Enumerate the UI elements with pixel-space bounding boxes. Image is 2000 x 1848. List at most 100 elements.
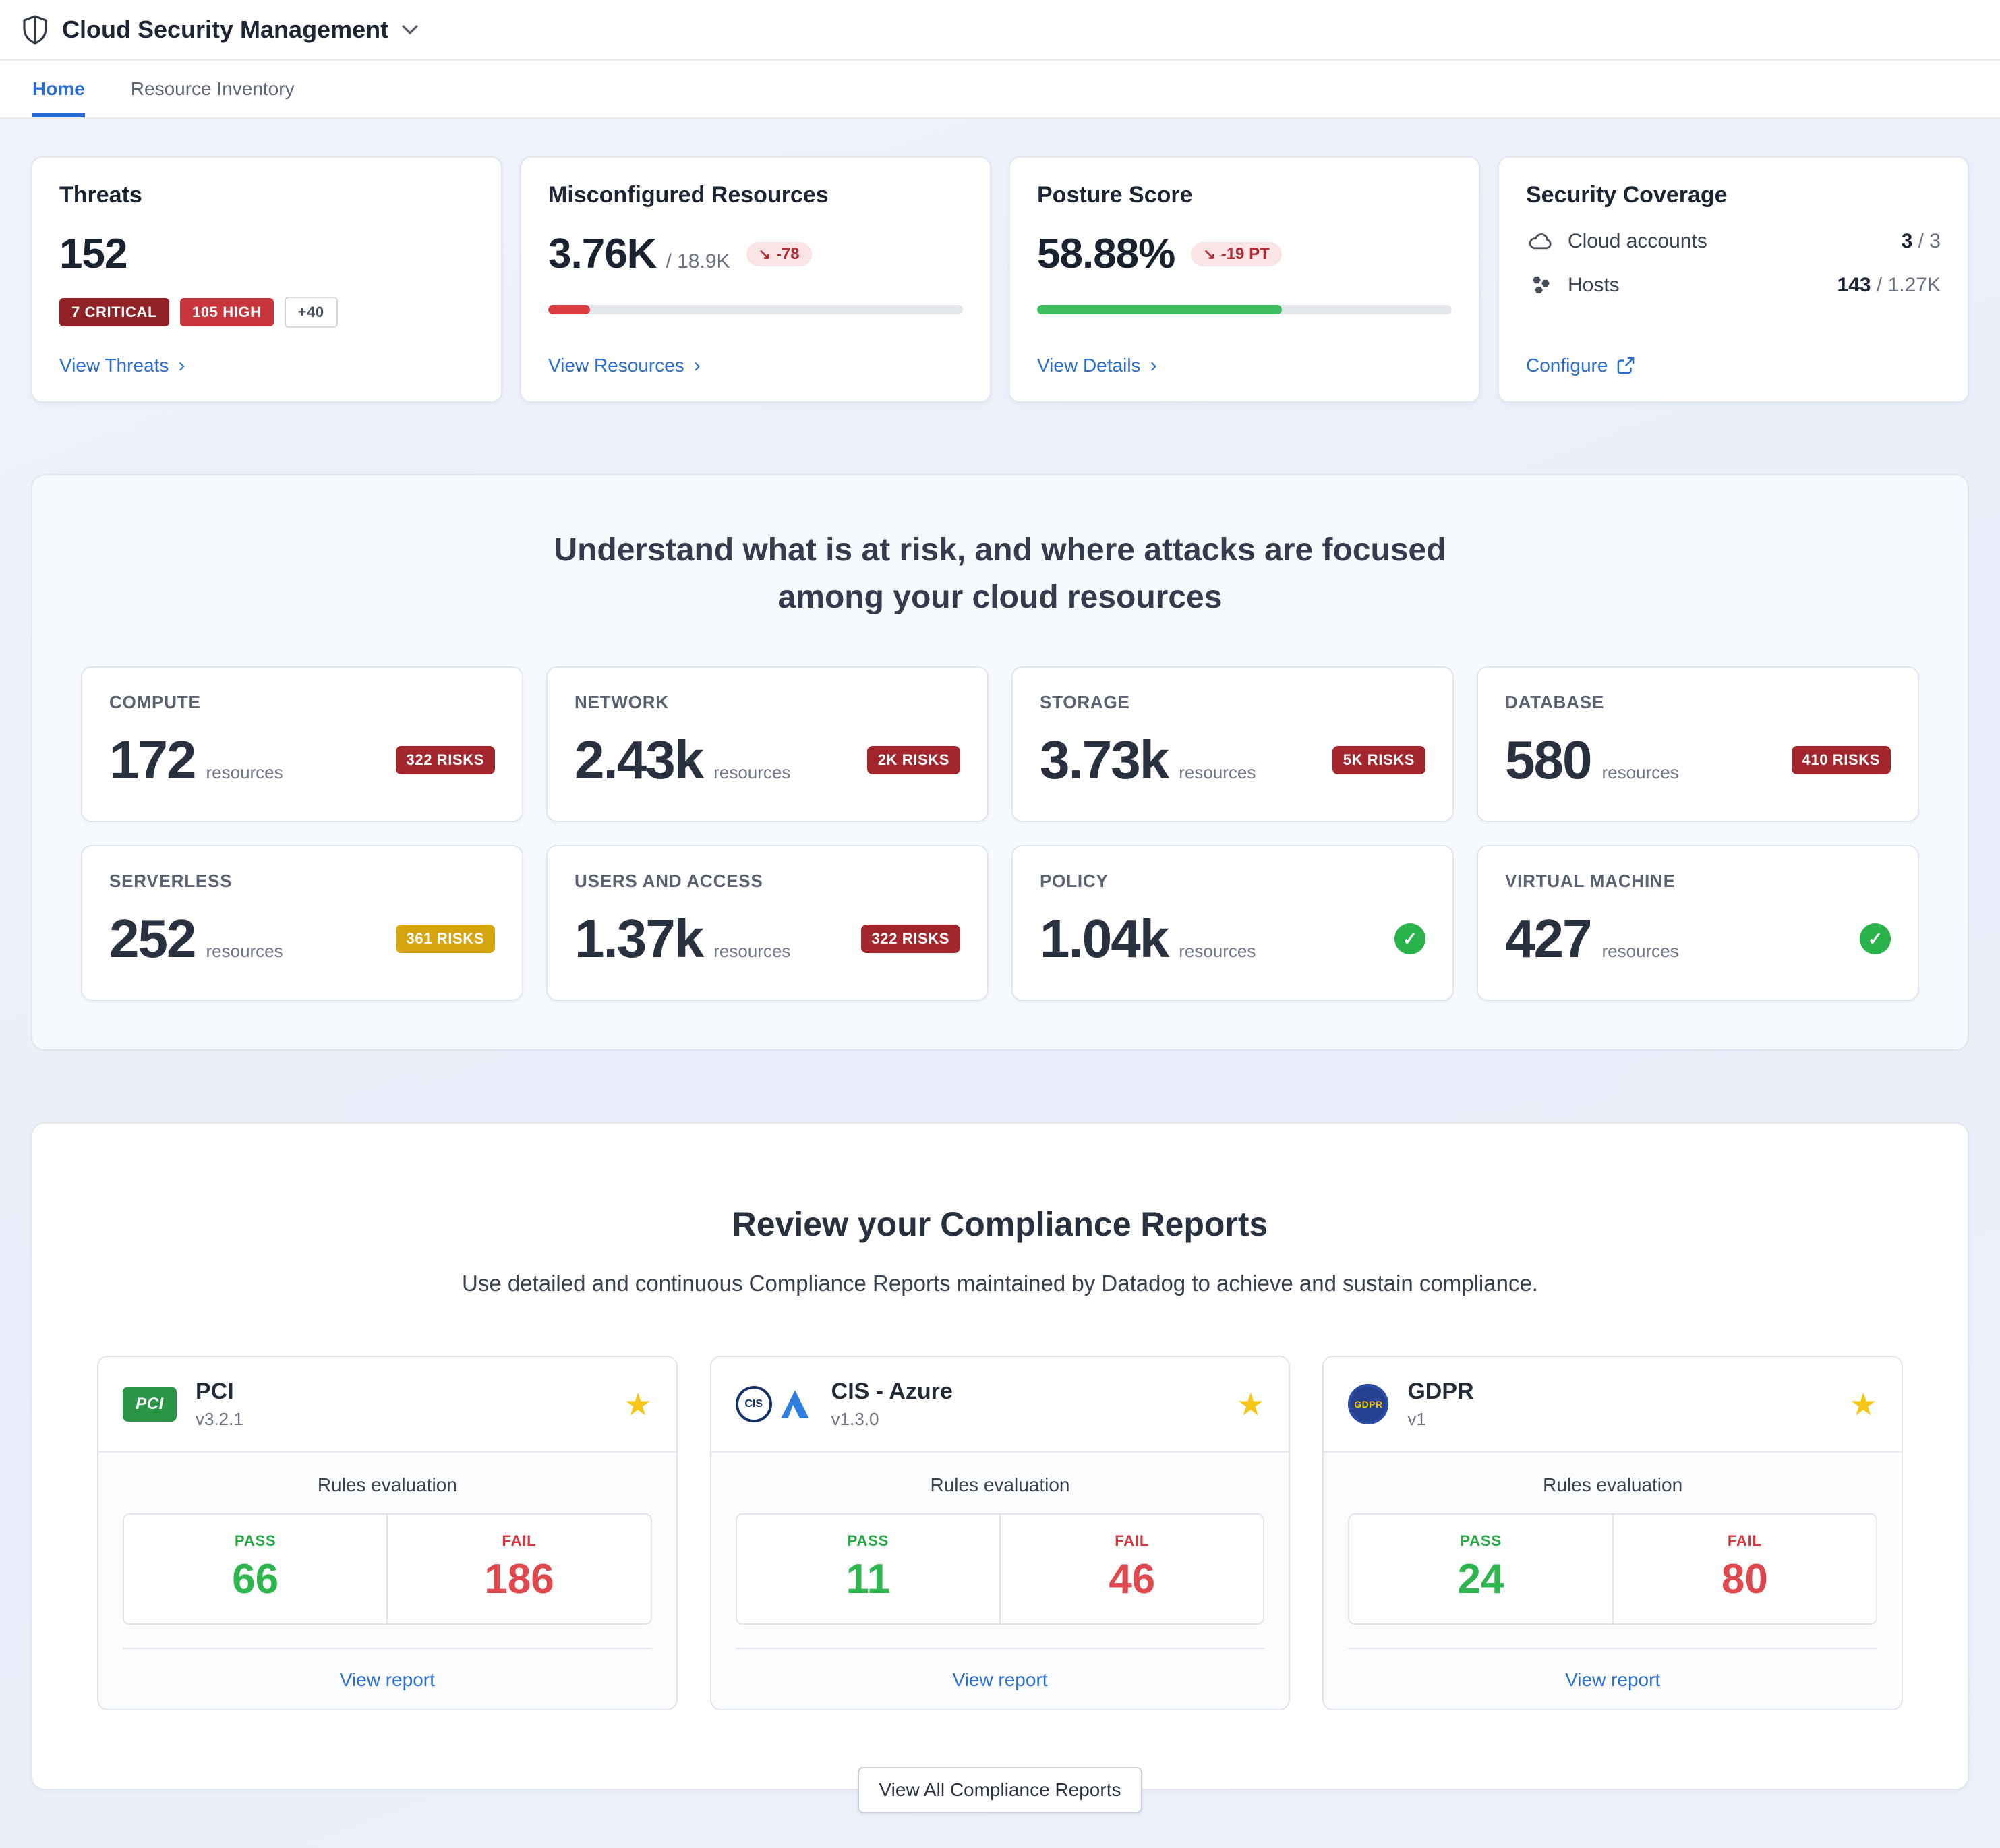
- azure-logo: [777, 1387, 813, 1422]
- pass-cell: PASS 11: [737, 1515, 1001, 1623]
- report-version: v1.3.0: [831, 1409, 953, 1430]
- report-card-cis-azure: CIS CIS - Azure v1.3.0 ★ Rules evaluatio…: [710, 1356, 1291, 1710]
- fail-cell: FAIL 80: [1614, 1515, 1876, 1623]
- fail-count: 186: [399, 1555, 639, 1603]
- report-name: PCI: [196, 1379, 243, 1405]
- coverage-title: Security Coverage: [1526, 182, 1941, 208]
- pass-cell: PASS 66: [124, 1515, 388, 1623]
- star-icon[interactable]: ★: [1237, 1389, 1264, 1420]
- hosts-icon: [1526, 273, 1556, 297]
- star-icon[interactable]: ★: [624, 1389, 651, 1420]
- fail-count: 46: [1011, 1555, 1252, 1603]
- tab-home[interactable]: Home: [32, 61, 85, 117]
- pass-count: 11: [748, 1555, 989, 1603]
- cloud-accounts-label: Cloud accounts: [1568, 230, 1707, 253]
- compliance-reports: PCI PCI v3.2.1 ★ Rules evaluation PASS 6…: [97, 1356, 1903, 1710]
- main-content: Threats 152 7 CRITICAL 105 HIGH +40 View…: [0, 119, 2000, 1848]
- tab-bar: Home Resource Inventory: [0, 61, 2000, 119]
- risk-badge: 322 RISKS: [861, 925, 960, 953]
- risk-section: Understand what is at risk, and where at…: [31, 474, 1969, 1051]
- pass-cell: PASS 24: [1349, 1515, 1613, 1623]
- misconfigured-total: / 18.9K: [666, 250, 730, 273]
- critical-badge: 7 CRITICAL: [59, 298, 169, 326]
- more-badge[interactable]: +40: [285, 297, 338, 328]
- view-resources-link[interactable]: View Resources›: [548, 355, 701, 376]
- view-report-link[interactable]: View report: [952, 1669, 1047, 1690]
- risk-card-policy[interactable]: POLICY 1.04k resources ✓: [1011, 845, 1454, 1001]
- configure-link[interactable]: Configure: [1526, 355, 1635, 376]
- cis-logo: CIS: [736, 1386, 772, 1422]
- tab-resource-inventory[interactable]: Resource Inventory: [131, 61, 295, 117]
- cloud-accounts-total: / 3: [1912, 230, 1941, 252]
- threats-card: Threats 152 7 CRITICAL 105 HIGH +40 View…: [31, 156, 502, 403]
- page-title: Cloud Security Management: [62, 16, 388, 44]
- gdpr-logo: GDPR: [1348, 1384, 1388, 1424]
- misconfigured-resources-card: Misconfigured Resources 3.76K / 18.9K ↘-…: [520, 156, 991, 403]
- risk-badge: 5K RISKS: [1332, 746, 1425, 774]
- check-icon: ✓: [1860, 923, 1891, 954]
- risk-card-virtual-machine[interactable]: VIRTUAL MACHINE 427 resources ✓: [1477, 845, 1919, 1001]
- compliance-subtitle: Use detailed and continuous Compliance R…: [97, 1271, 1903, 1296]
- pass-count: 66: [135, 1555, 376, 1603]
- threats-count: 152: [59, 230, 474, 278]
- cloud-accounts-row: Cloud accounts 3 / 3: [1526, 230, 1941, 253]
- compliance-title: Review your Compliance Reports: [97, 1205, 1903, 1244]
- risk-grid: COMPUTE 172 resources 322 RISKS NETWORK …: [81, 666, 1919, 1001]
- misconfigured-progress-fill: [548, 305, 590, 314]
- risk-badge: 361 RISKS: [396, 925, 495, 953]
- risk-card-storage[interactable]: STORAGE 3.73k resources 5K RISKS: [1011, 666, 1454, 822]
- report-version: v1: [1407, 1409, 1473, 1430]
- check-icon: ✓: [1394, 923, 1425, 954]
- report-name: GDPR: [1407, 1379, 1473, 1405]
- star-icon[interactable]: ★: [1850, 1389, 1877, 1420]
- risk-badge: 2K RISKS: [867, 746, 960, 774]
- hosts-label: Hosts: [1568, 274, 1620, 297]
- hosts-value: 143: [1837, 274, 1871, 296]
- posture-score-card: Posture Score 58.88% ↘-19 PT View Detail…: [1009, 156, 1480, 403]
- external-link-icon: [1617, 357, 1635, 374]
- posture-trend-pill: ↘-19 PT: [1191, 242, 1281, 266]
- view-all-compliance-reports-button[interactable]: View All Compliance Reports: [858, 1767, 1143, 1813]
- risk-card-users-and-access[interactable]: USERS AND ACCESS 1.37k resources 322 RIS…: [546, 845, 989, 1001]
- trend-down-icon: ↘: [1203, 246, 1215, 263]
- misconfigured-title: Misconfigured Resources: [548, 182, 963, 208]
- report-card-pci: PCI PCI v3.2.1 ★ Rules evaluation PASS 6…: [97, 1356, 678, 1710]
- pci-logo: PCI: [123, 1387, 177, 1422]
- rules-evaluation-label: Rules evaluation: [123, 1474, 652, 1496]
- rules-evaluation-label: Rules evaluation: [1348, 1474, 1877, 1496]
- app-header: Cloud Security Management: [0, 0, 2000, 61]
- risk-card-network[interactable]: NETWORK 2.43k resources 2K RISKS: [546, 666, 989, 822]
- risk-section-title: Understand what is at risk, and where at…: [81, 527, 1919, 620]
- trend-down-icon: ↘: [759, 246, 771, 263]
- fail-cell: FAIL 186: [388, 1515, 650, 1623]
- hosts-row: Hosts 143 / 1.27K: [1526, 273, 1941, 297]
- report-version: v3.2.1: [196, 1409, 243, 1430]
- risk-card-serverless[interactable]: SERVERLESS 252 resources 361 RISKS: [81, 845, 523, 1001]
- misconfigured-trend-pill: ↘-78: [746, 242, 812, 266]
- risk-badge: 410 RISKS: [1792, 746, 1891, 774]
- rules-evaluation-label: Rules evaluation: [736, 1474, 1265, 1496]
- misconfigured-count: 3.76K: [548, 230, 656, 278]
- risk-card-database[interactable]: DATABASE 580 resources 410 RISKS: [1477, 666, 1919, 822]
- posture-progress-bar: [1037, 305, 1452, 314]
- threats-badges: 7 CRITICAL 105 HIGH +40: [59, 297, 474, 328]
- chevron-right-icon: ›: [178, 355, 185, 376]
- risk-card-compute[interactable]: COMPUTE 172 resources 322 RISKS: [81, 666, 523, 822]
- posture-progress-fill: [1037, 305, 1282, 314]
- chevron-down-icon[interactable]: [402, 24, 418, 35]
- cloud-accounts-value: 3: [1902, 230, 1913, 252]
- cloud-icon: [1526, 231, 1556, 252]
- fail-cell: FAIL 46: [1001, 1515, 1263, 1623]
- view-report-link[interactable]: View report: [340, 1669, 435, 1690]
- chevron-right-icon: ›: [694, 355, 701, 376]
- view-report-link[interactable]: View report: [1565, 1669, 1660, 1690]
- misconfigured-progress-bar: [548, 305, 963, 314]
- compliance-section: Review your Compliance Reports Use detai…: [31, 1122, 1969, 1790]
- report-card-gdpr: GDPR GDPR v1 ★ Rules evaluation PASS 24: [1322, 1356, 1903, 1710]
- fail-count: 80: [1624, 1555, 1865, 1603]
- high-badge: 105 HIGH: [180, 298, 274, 326]
- view-details-link[interactable]: View Details›: [1037, 355, 1157, 376]
- shield-icon: [22, 15, 49, 45]
- summary-row: Threats 152 7 CRITICAL 105 HIGH +40 View…: [31, 156, 1969, 403]
- view-threats-link[interactable]: View Threats›: [59, 355, 185, 376]
